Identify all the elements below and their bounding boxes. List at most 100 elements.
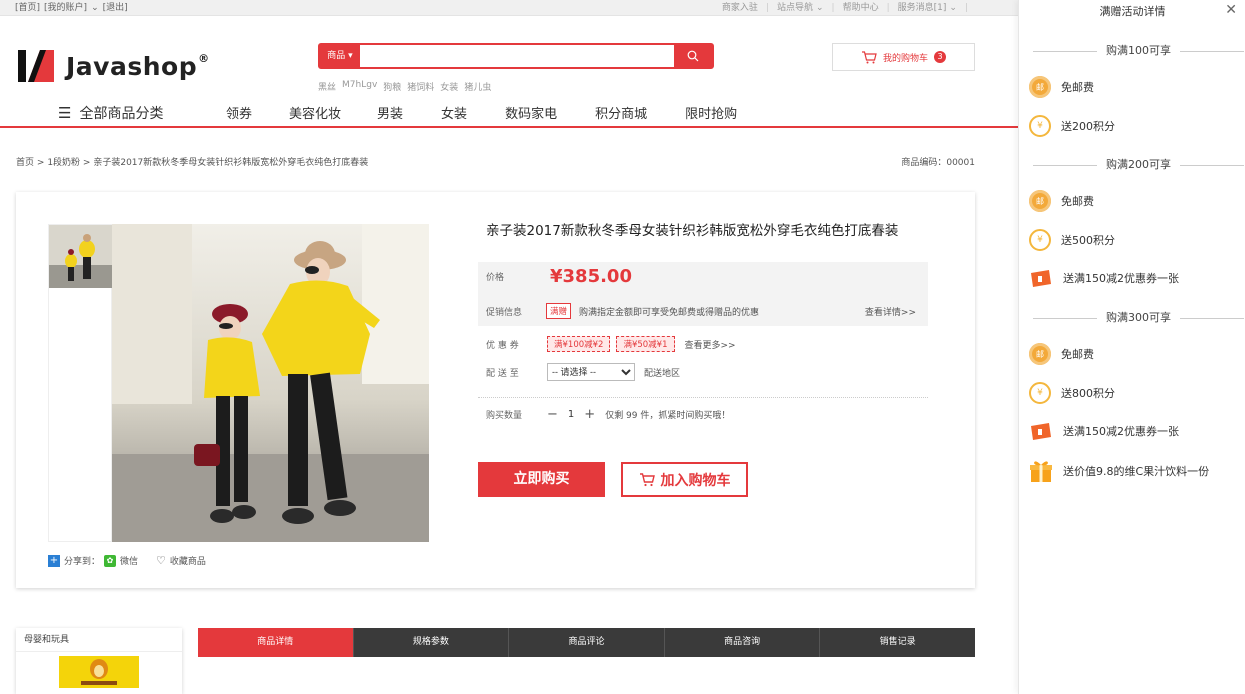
quantity-row: 购买数量 − 1 + 仅剩 99 件，抓紧时间购买哦！: [486, 407, 730, 422]
nav-item-flash-sale[interactable]: 限时抢购: [685, 103, 737, 122]
logo-text: Javashop: [66, 51, 198, 81]
cart-button[interactable]: 我的购物车 3: [832, 43, 975, 71]
tab-sales-records[interactable]: 销售记录: [820, 628, 975, 657]
tab-reviews[interactable]: 商品评论: [509, 628, 665, 657]
nav-item-beauty[interactable]: 美容化妆: [289, 103, 341, 122]
buy-now-button[interactable]: 立即购买: [478, 462, 605, 497]
shipping-area-text: 配送地区: [644, 368, 681, 379]
hot-word[interactable]: 黑丝: [318, 80, 336, 93]
shipping-label: 配 送 至: [486, 368, 519, 379]
divider: [478, 397, 928, 398]
quantity-stepper: − 1 +: [547, 407, 595, 422]
coupon-tag[interactable]: 满¥100减¥2: [547, 336, 611, 352]
cart-label: 我的购物车: [882, 53, 928, 64]
search-input[interactable]: [360, 45, 674, 67]
product-thumbnail[interactable]: [49, 225, 112, 288]
breadcrumb-current: 亲子装2017新款秋冬季母女装针织衫韩版宽松外穿毛衣纯色打底春装: [93, 158, 369, 168]
stock-text: 仅剩 99 件，抓紧时间购买哦！: [605, 411, 731, 421]
main-nav: ☰ 全部商品分类 领券 美容化妆 男装 女装 数码家电 积分商城 限时抢购: [0, 98, 1018, 128]
heart-icon[interactable]: ♡: [156, 554, 166, 567]
hot-word[interactable]: M7hLgv: [342, 80, 377, 93]
search-button[interactable]: [674, 45, 712, 67]
favorite-link[interactable]: 收藏商品: [170, 554, 206, 567]
price-box: 价格 ¥385.00 促销信息 满赠 购满指定金额即可享受免邮费或得赠品的优惠 …: [478, 262, 928, 326]
add-to-cart-button[interactable]: 加入购物车: [621, 462, 748, 497]
coupon-icon: [1031, 270, 1051, 287]
breadcrumb-home[interactable]: 首页: [16, 158, 34, 168]
add-to-cart-label: 加入购物车: [660, 472, 731, 489]
nav-item-points-mall[interactable]: 积分商城: [595, 103, 647, 122]
mail-icon: 邮: [1029, 76, 1051, 98]
category-banner-image[interactable]: [59, 656, 139, 688]
product-title: 亲子装2017新款秋冬季母女装针织衫韩版宽松外穿毛衣纯色打底春装: [486, 223, 899, 239]
minus-button[interactable]: −: [547, 407, 558, 422]
promo-row: 促销信息 满赠 购满指定金额即可享受免邮费或得赠品的优惠 查看详情>>: [486, 303, 926, 319]
service-messages-link[interactable]: 服务消息[1]: [898, 0, 947, 16]
search-category-dropdown[interactable]: 商品 ▾: [320, 45, 360, 67]
share-bar: + 分享到： ✿ 微信 ♡ 收藏商品: [48, 554, 206, 567]
nav-item-coupons[interactable]: 领券: [226, 103, 252, 122]
merchant-join-link[interactable]: 商家入驻: [722, 0, 758, 16]
product-code-label: 商品编码：: [901, 158, 947, 168]
gift-item: ¥ 送500积分: [1029, 229, 1115, 251]
panel-title: 满赠活动详情: [1099, 5, 1166, 18]
gift-icon: [1030, 461, 1052, 482]
hot-search-words: 黑丝 M7hLgv 狗粮 猪饲料 女装 猪儿虫: [318, 80, 491, 93]
help-center-link[interactable]: 帮助中心: [843, 0, 879, 16]
hot-word[interactable]: 狗粮: [383, 80, 401, 93]
tab-consultation[interactable]: 商品咨询: [664, 628, 821, 657]
divider: |: [964, 3, 968, 13]
logo-mark-icon: [18, 50, 54, 82]
promo-details-link[interactable]: 查看详情>>: [865, 305, 916, 318]
nav-item-digital[interactable]: 数码家电: [505, 103, 557, 122]
site-nav-link[interactable]: 站点导航: [777, 0, 813, 16]
plus-button[interactable]: +: [584, 407, 595, 422]
coupon-tag[interactable]: 满¥50减¥1: [616, 336, 675, 352]
hot-word[interactable]: 猪儿虫: [464, 80, 491, 93]
hot-word[interactable]: 女装: [440, 80, 458, 93]
close-icon[interactable]: ✕: [1225, 2, 1237, 18]
gift-text: 送800积分: [1061, 387, 1115, 400]
wechat-share-link[interactable]: 微信: [120, 554, 138, 567]
logout-link[interactable]: [退出]: [103, 0, 128, 16]
gift-promo-panel: 满赠活动详情 ✕ 购满100可享 邮 免邮费 ¥ 送200积分 购满200可享 …: [1018, 0, 1245, 694]
menu-icon: ☰: [58, 104, 72, 122]
tier-heading: 购满300可享: [1033, 310, 1244, 326]
coupon-icon: [1031, 423, 1051, 440]
divider: [1180, 51, 1244, 52]
registered-mark: ®: [198, 51, 210, 65]
quantity-value[interactable]: 1: [568, 409, 574, 420]
points-icon: ¥: [1029, 382, 1051, 404]
gift-text: 送500积分: [1061, 234, 1115, 247]
product-code: 商品编码：00001: [901, 155, 975, 168]
quantity-label: 购买数量: [486, 411, 523, 421]
search-category-label: 商品: [327, 51, 346, 61]
site-logo[interactable]: Javashop®: [18, 48, 210, 84]
nav-item-womenswear[interactable]: 女装: [441, 103, 467, 122]
mail-icon: 邮: [1029, 343, 1051, 365]
promo-label: 促销信息: [486, 307, 523, 318]
breadcrumb-category[interactable]: 1段奶粉: [47, 158, 80, 168]
product-photo: [112, 224, 429, 542]
coupon-label: 优 惠 券: [486, 340, 519, 351]
product-main-image[interactable]: [112, 224, 429, 542]
region-select[interactable]: -- 请选择 --: [547, 363, 635, 381]
home-link[interactable]: [首页]: [15, 0, 40, 16]
gift-text: 送200积分: [1061, 120, 1115, 133]
gift-text: 免邮费: [1061, 348, 1094, 361]
gift-item: 送满150减2优惠券一张: [1029, 268, 1179, 288]
wechat-icon[interactable]: ✿: [104, 554, 117, 567]
tab-specifications[interactable]: 规格参数: [353, 628, 510, 657]
gift-item: ¥ 送200积分: [1029, 115, 1115, 137]
nav-item-menswear[interactable]: 男装: [377, 103, 403, 122]
divider: |: [886, 3, 890, 13]
my-account-link[interactable]: [我的账户]: [44, 0, 87, 16]
breadcrumb: 首页 > 1段奶粉 > 亲子装2017新款秋冬季母女装针织衫韩版宽松外穿毛衣纯色…: [16, 155, 368, 168]
product-detail-tabs: 商品详情 规格参数 商品评论 商品咨询 销售记录: [198, 628, 975, 657]
more-coupons-link[interactable]: 查看更多>>: [685, 338, 736, 351]
tab-product-details[interactable]: 商品详情: [198, 628, 354, 657]
hot-word[interactable]: 猪饲料: [407, 80, 434, 93]
chevron-down-icon: ⌄: [816, 3, 824, 13]
gift-item: 送价值9.8的维C果汁饮料一份: [1029, 459, 1209, 483]
all-categories-menu[interactable]: ☰ 全部商品分类: [58, 103, 163, 123]
